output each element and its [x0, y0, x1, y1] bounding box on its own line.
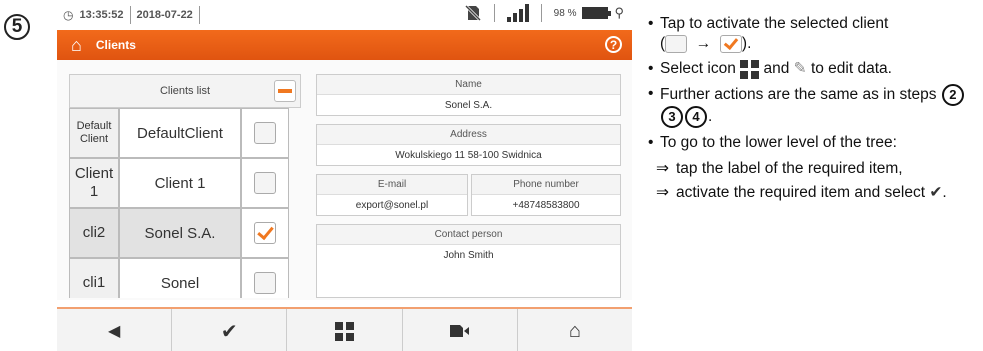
grid-icon [740, 59, 760, 79]
name-field[interactable]: Name Sonel S.A. [316, 74, 621, 116]
back-button[interactable]: ◀ [57, 309, 173, 351]
client-id[interactable]: cli2 [69, 208, 119, 258]
client-id[interactable]: Default Client [69, 108, 119, 158]
client-name[interactable]: Client 1 [119, 158, 241, 208]
confirm-button[interactable]: ✔ [172, 309, 288, 351]
help-button[interactable]: ? [605, 36, 622, 53]
main-content: Clients list Default Client DefaultClien… [57, 60, 632, 300]
client-checkbox[interactable] [254, 122, 276, 144]
memory-card-button[interactable] [403, 309, 518, 351]
battery-percent: 98 % [553, 7, 577, 19]
client-name[interactable]: Sonel [119, 258, 241, 298]
grid-icon [335, 321, 354, 341]
instructions: Tap to activate the selected client ( → … [648, 14, 978, 207]
instruction-item: To go to the lower level of the tree: [648, 133, 978, 153]
step-number-badge: 5 [4, 14, 30, 40]
instruction-subitem: tap the label of the required item, [648, 159, 978, 179]
memory-card-icon [449, 325, 469, 337]
home-icon[interactable]: ⌂ [71, 36, 82, 54]
client-id[interactable]: cli1 [69, 258, 119, 298]
home-button[interactable]: ⌂ [518, 309, 632, 351]
client-row[interactable]: Default Client DefaultClient [69, 108, 289, 158]
instruction-item: Select icon and ✎ to edit data. [648, 59, 978, 79]
client-checkbox[interactable] [254, 172, 276, 194]
client-checkbox-checked[interactable] [254, 222, 276, 244]
deselect-all-button[interactable] [274, 80, 296, 102]
email-field[interactable]: E-mail export@sonel.pl [316, 174, 468, 216]
usb-icon: ⚲ [614, 5, 624, 20]
instruction-item: Further actions are the same as in steps… [648, 84, 978, 129]
home-icon: ⌂ [568, 319, 581, 342]
checkmark-icon: ✔ [220, 320, 238, 343]
client-row[interactable]: cli2 Sonel S.A. [69, 208, 289, 258]
phone-field[interactable]: Phone number +48748583800 [471, 174, 621, 216]
device-screen: ◷ 13:35:52 2018-07-22 98 % ⚲ ⌂ Clients ?… [57, 0, 632, 351]
back-arrow-icon: ◀ [107, 323, 121, 340]
client-checkbox[interactable] [254, 272, 276, 294]
client-name[interactable]: Sonel S.A. [119, 208, 241, 258]
no-sd-card-icon [464, 4, 481, 22]
clients-list: Clients list Default Client DefaultClien… [69, 74, 301, 298]
checkmark-icon: ✔ [929, 183, 943, 201]
address-field[interactable]: Address Wokulskiego 11 58-100 Swidnica [316, 124, 621, 166]
page-title: Clients [95, 38, 136, 52]
clock-icon: ◷ [63, 8, 74, 22]
client-row[interactable]: Client 1 Client 1 [69, 158, 289, 208]
status-date: 2018-07-22 [136, 9, 193, 21]
title-bar: ⌂ Clients ? [57, 30, 632, 60]
battery-icon [582, 7, 612, 19]
pencil-icon: ✎ [793, 60, 807, 78]
bottom-toolbar: ◀ ✔ ⌂ [57, 307, 632, 351]
clients-list-header: Clients list [69, 74, 301, 108]
status-time: 13:35:52 [79, 9, 124, 21]
instruction-subitem: activate the required item and select ✔. [648, 183, 978, 203]
status-bar: ◷ 13:35:52 2018-07-22 98 % ⚲ [57, 0, 632, 30]
unchecked-box-icon [665, 35, 688, 54]
client-id[interactable]: Client 1 [69, 158, 119, 208]
contact-person-field[interactable]: Contact person John Smith [316, 224, 621, 298]
instruction-item: Tap to activate the selected client ( → … [648, 14, 978, 54]
client-row[interactable]: cli1 Sonel [69, 258, 289, 298]
edit-grid-button[interactable] [287, 309, 403, 351]
client-name[interactable]: DefaultClient [119, 108, 241, 158]
checked-box-icon [719, 35, 742, 54]
signal-strength-icon [506, 4, 529, 22]
